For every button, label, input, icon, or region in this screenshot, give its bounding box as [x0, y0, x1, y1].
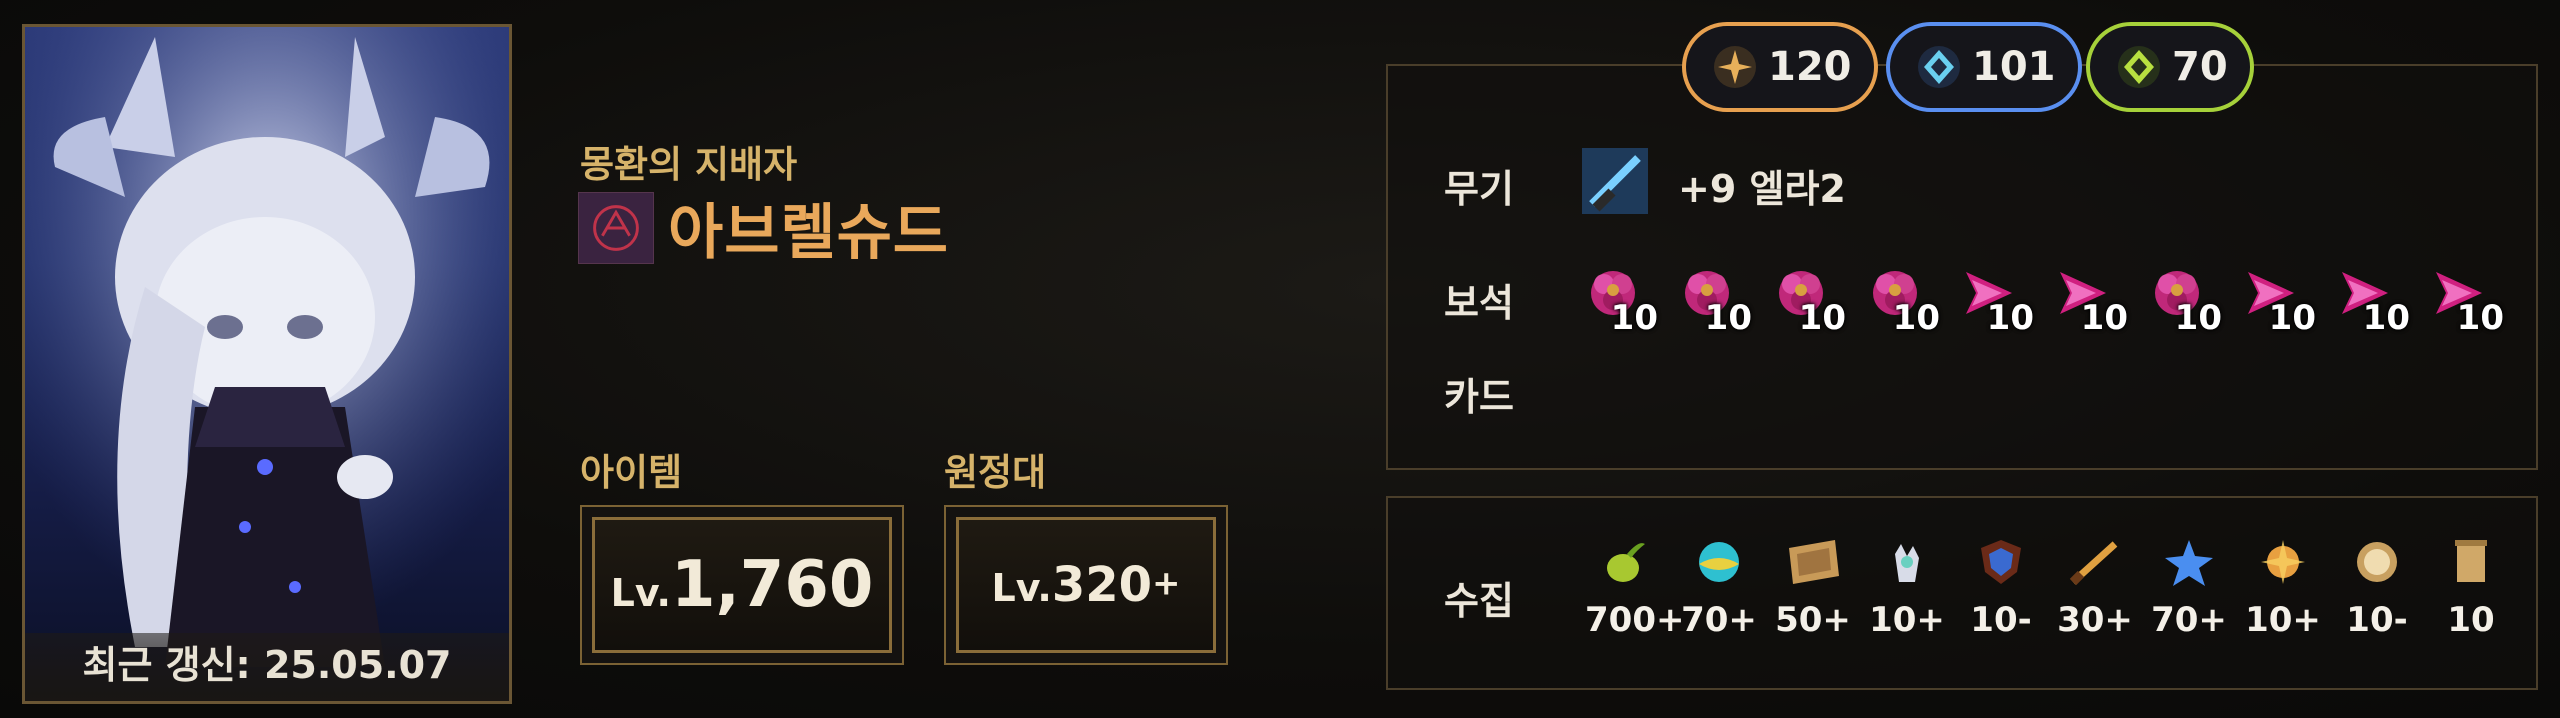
scroll-collection[interactable]: 10 — [2431, 536, 2511, 640]
collection-value: 10+ — [1869, 600, 1945, 640]
medal-collection[interactable]: 10- — [2337, 536, 2417, 640]
scroll-icon — [2455, 540, 2487, 582]
mokoko-seed-icon — [1607, 543, 1645, 582]
collection-value: 50+ — [1775, 600, 1851, 640]
gem-level: 10 — [1986, 298, 2034, 338]
collection-value: 10 — [2447, 600, 2495, 640]
collection-value: 70+ — [1681, 600, 1757, 640]
map-collection[interactable]: 50+ — [1773, 536, 1853, 640]
gem-flower-icon[interactable]: 10 — [1582, 262, 1658, 338]
weapon-icon[interactable] — [1582, 148, 1648, 214]
collection-value: 10+ — [2245, 600, 2321, 640]
gem-level: 10 — [1610, 298, 1658, 338]
star-collection[interactable]: 70+ — [2149, 536, 2229, 640]
collection-value: 10- — [1970, 600, 2032, 640]
island-heart-collection[interactable]: 70+ — [1679, 536, 1759, 640]
gem-arrow-icon[interactable]: 10 — [2334, 262, 2410, 338]
green-gem-icon — [2118, 46, 2160, 88]
gem-label: 보석 — [1444, 281, 1514, 325]
sword-collection[interactable]: 30+ — [2055, 536, 2135, 640]
gem-level: 10 — [1798, 298, 1846, 338]
gem-level: 10 — [2174, 298, 2222, 338]
class-emblem-icon — [578, 191, 654, 264]
gem-flower-icon[interactable]: 10 — [1770, 262, 1846, 338]
gem-flower-icon[interactable]: 10 — [1864, 262, 1940, 338]
gem-arrow-icon[interactable]: 10 — [1958, 262, 2034, 338]
blue-gem-icon — [1918, 46, 1960, 88]
character-title: 몽환의 지배자 — [580, 143, 798, 186]
gem-arrow-icon[interactable]: 10 — [2240, 262, 2316, 338]
card-label: 카드 — [1444, 375, 1514, 419]
engraving-pill-green: 70 — [2086, 22, 2254, 112]
gem-flower-icon[interactable]: 10 — [1676, 262, 1752, 338]
item-level-value: Lv.1,760 — [610, 548, 874, 622]
engraving-pill-gold: 120 — [1682, 22, 1878, 112]
gem-level: 10 — [1704, 298, 1752, 338]
engraving-pill-blue: 101 — [1886, 22, 2082, 112]
gem-level: 10 — [1892, 298, 1940, 338]
expedition-level-label: 원정대 — [944, 451, 1047, 494]
mokoko-seed-collection[interactable]: 700+ — [1585, 536, 1685, 640]
character-image — [25, 27, 509, 701]
medal-icon — [2357, 542, 2397, 582]
item-level-label: 아이템 — [580, 451, 683, 494]
gold-gem-icon — [1714, 46, 1756, 88]
orb-collection[interactable]: 10+ — [2243, 536, 2323, 640]
character-name-row: 아브렐슈드 — [578, 184, 949, 271]
character-portrait: 최근 갱신: 25.05.07 — [22, 24, 512, 704]
item-level-box: Lv.1,760 — [580, 505, 904, 665]
collection-label: 수집 — [1444, 579, 1514, 623]
weapon-label: 무기 — [1444, 167, 1514, 211]
map-icon — [1789, 540, 1839, 584]
collection-value: 700+ — [1585, 600, 1685, 640]
collection-value: 10- — [2346, 600, 2408, 640]
shield-collection[interactable]: 10- — [1961, 536, 2041, 640]
gem-level: 10 — [2268, 298, 2316, 338]
character-name: 아브렐슈드 — [668, 198, 949, 268]
gem-flower-icon[interactable]: 10 — [2146, 262, 2222, 338]
weapon-value: +9 엘라2 — [1678, 167, 1846, 211]
expedition-level-box: Lv.320+ — [944, 505, 1228, 665]
hand-icon — [1895, 544, 1919, 582]
star-icon — [2165, 540, 2213, 586]
gem-arrow-icon[interactable]: 10 — [2052, 262, 2128, 338]
gem-arrow-icon[interactable]: 10 — [2428, 262, 2504, 338]
orb-icon — [2261, 540, 2305, 584]
sword-icon — [2069, 541, 2118, 586]
expedition-level-value: Lv.320+ — [991, 557, 1181, 613]
shield-icon — [1981, 540, 2021, 584]
collection-value: 70+ — [2151, 600, 2227, 640]
island-heart-icon — [1699, 542, 1739, 582]
gem-level: 10 — [2362, 298, 2410, 338]
collection-value: 30+ — [2057, 600, 2133, 640]
gem-level: 10 — [2080, 298, 2128, 338]
hand-collection[interactable]: 10+ — [1867, 536, 1947, 640]
last-updated: 최근 갱신: 25.05.07 — [25, 633, 509, 701]
gem-level: 10 — [2456, 298, 2504, 338]
